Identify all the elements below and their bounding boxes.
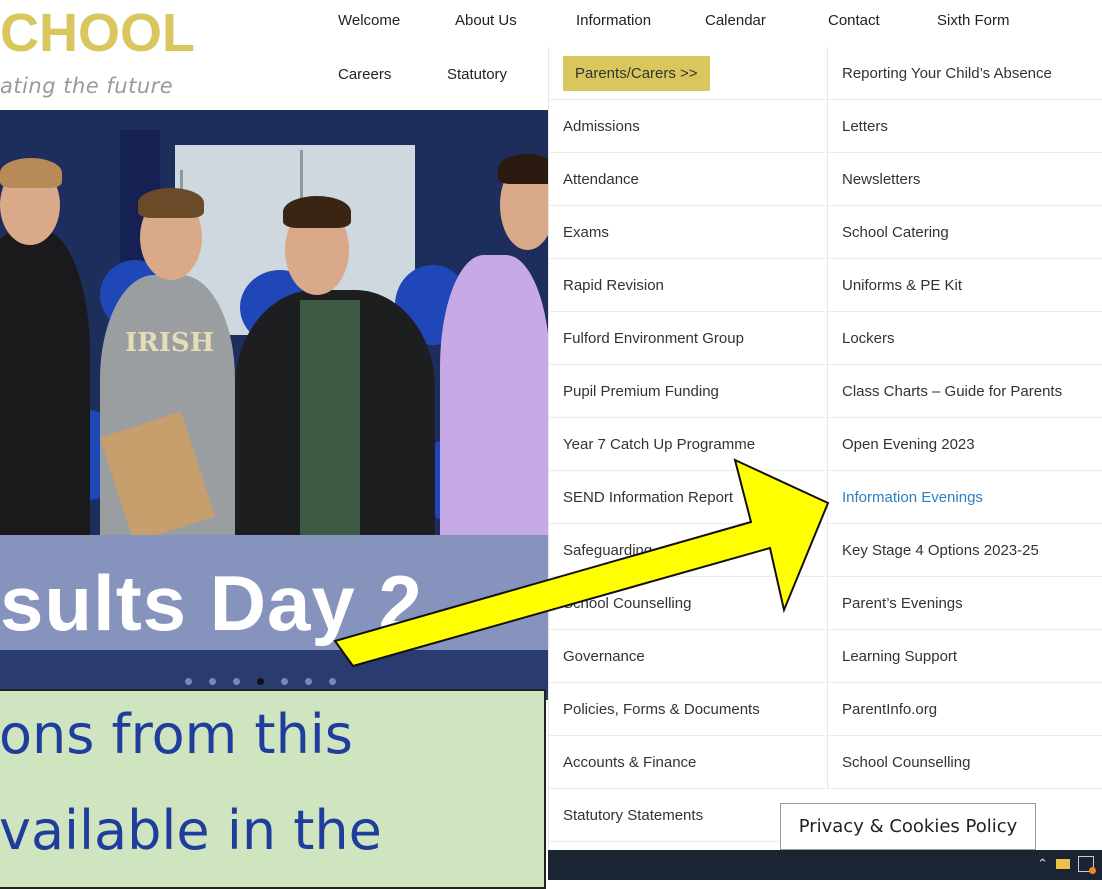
chevron-up-icon[interactable]: ⌃ [1037,856,1048,872]
menu-item-safeguarding[interactable]: Safeguarding [549,524,825,577]
nav-careers[interactable]: Careers [338,66,391,83]
nav-contact[interactable]: Contact [828,12,880,29]
slide-dot[interactable] [305,678,312,685]
menu-item-school-counselling-right[interactable]: School Counselling [828,736,1102,789]
menu-item-reporting-absence[interactable]: Reporting Your Child’s Absence [828,47,1102,100]
slide-dot[interactable] [281,678,288,685]
system-tray: ⌃ [1037,856,1096,874]
menu-column-left: Parents/Carers >> Admissions Attendance … [549,47,825,842]
callout-line-1: ons from this [0,703,353,766]
menu-item-letters[interactable]: Letters [828,100,1102,153]
menu-item-pupil-premium-funding[interactable]: Pupil Premium Funding [549,365,825,418]
menu-item-accounts-finance[interactable]: Accounts & Finance [549,736,825,789]
slide-dot-active[interactable] [257,678,264,685]
slide-dot[interactable] [329,678,336,685]
nav-information[interactable]: Information [576,12,651,29]
menu-item-learning-support[interactable]: Learning Support [828,630,1102,683]
menu-item-lockers[interactable]: Lockers [828,312,1102,365]
slide-indicator[interactable] [185,678,336,685]
menu-item-school-counselling-left[interactable]: School Counselling [549,577,825,630]
slide-dot[interactable] [185,678,192,685]
privacy-cookies-policy-button[interactable]: Privacy & Cookies Policy [780,803,1036,850]
callout-line-2: vailable in the [0,799,382,862]
hero-slideshow[interactable]: IRISH sults Day 2 [0,110,548,700]
sweater-text: IRISH [125,328,215,358]
notification-icon[interactable] [1078,856,1096,874]
taskbar: ⌃ [548,850,1102,880]
slide-dot[interactable] [209,678,216,685]
menu-item-parents-evenings[interactable]: Parent’s Evenings [828,577,1102,630]
nav-sixth-form[interactable]: Sixth Form [937,12,1010,29]
results-day-photo: IRISH [0,110,548,543]
menu-item-class-charts-guide[interactable]: Class Charts – Guide for Parents [828,365,1102,418]
nav-calendar[interactable]: Calendar [705,12,766,29]
banner-text: sults Day 2 [0,559,423,647]
menu-item-uniforms-pe-kit[interactable]: Uniforms & PE Kit [828,259,1102,312]
menu-item-fulford-environment-group[interactable]: Fulford Environment Group [549,312,825,365]
menu-item-open-evening-2023[interactable]: Open Evening 2023 [828,418,1102,471]
logo-tagline: ating the future [0,74,174,98]
nav-about-us[interactable]: About Us [455,12,517,29]
menu-item-information-evenings[interactable]: Information Evenings [828,471,1102,524]
parents-carers-button[interactable]: Parents/Carers >> [563,55,710,91]
nav-statutory[interactable]: Statutory [447,66,507,83]
menu-item-governance[interactable]: Governance [549,630,825,683]
logo-title: CHOOL [0,3,195,63]
menu-column-right: Reporting Your Child’s Absence Letters N… [827,47,1102,789]
menu-header-row: Parents/Carers >> [549,47,825,100]
menu-item-key-stage-4-options[interactable]: Key Stage 4 Options 2023-25 [828,524,1102,577]
menu-item-admissions[interactable]: Admissions [549,100,825,153]
menu-item-exams[interactable]: Exams [549,206,825,259]
menu-item-send-information-report[interactable]: SEND Information Report [549,471,825,524]
annotation-callout: ons from this vailable in the [0,689,546,889]
mail-icon[interactable] [1056,859,1070,869]
menu-item-parentinfo-org[interactable]: ParentInfo.org [828,683,1102,736]
parents-dropdown-menu: Parents/Carers >> Admissions Attendance … [548,47,1102,850]
school-logo[interactable]: CHOOL ating the future [0,0,210,110]
slide-dot[interactable] [233,678,240,685]
menu-item-school-catering[interactable]: School Catering [828,206,1102,259]
menu-item-attendance[interactable]: Attendance [549,153,825,206]
menu-item-policies-forms-documents[interactable]: Policies, Forms & Documents [549,683,825,736]
menu-item-newsletters[interactable]: Newsletters [828,153,1102,206]
nav-welcome[interactable]: Welcome [338,12,400,29]
menu-item-rapid-revision[interactable]: Rapid Revision [549,259,825,312]
menu-item-year-7-catch-up[interactable]: Year 7 Catch Up Programme [549,418,825,471]
